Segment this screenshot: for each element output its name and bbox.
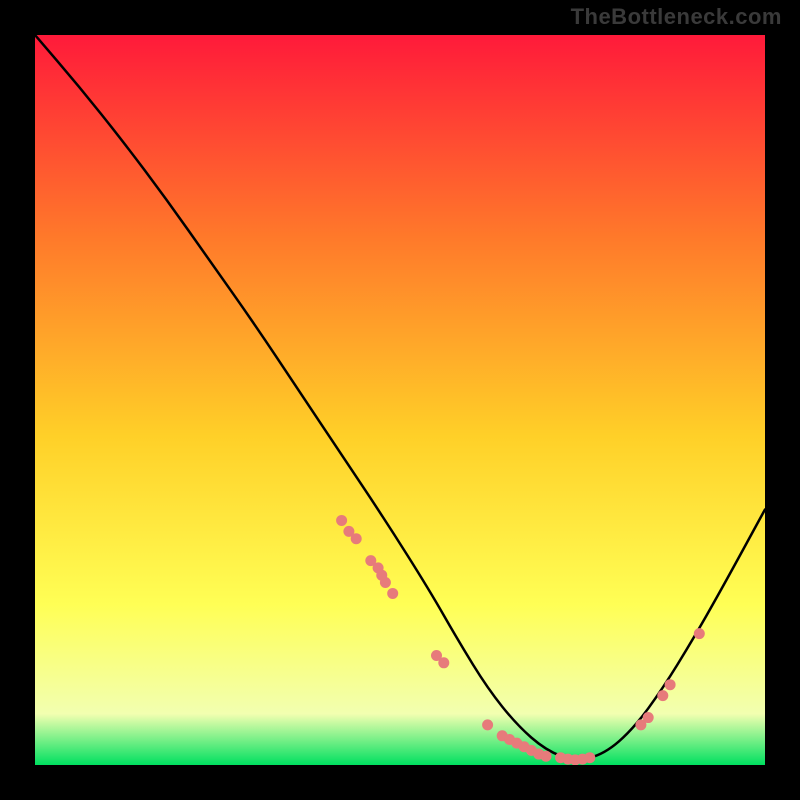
data-marker xyxy=(657,690,668,701)
data-marker xyxy=(387,588,398,599)
chart-container: TheBottleneck.com xyxy=(0,0,800,800)
data-marker xyxy=(643,712,654,723)
plot-area xyxy=(35,35,765,765)
data-marker xyxy=(482,719,493,730)
data-marker xyxy=(584,752,595,763)
data-marker xyxy=(351,533,362,544)
chart-svg xyxy=(35,35,765,765)
watermark-text: TheBottleneck.com xyxy=(571,4,782,30)
gradient-background xyxy=(35,35,765,765)
data-marker xyxy=(694,628,705,639)
data-marker xyxy=(380,577,391,588)
data-marker xyxy=(336,515,347,526)
data-marker xyxy=(541,751,552,762)
data-marker xyxy=(438,657,449,668)
data-marker xyxy=(665,679,676,690)
